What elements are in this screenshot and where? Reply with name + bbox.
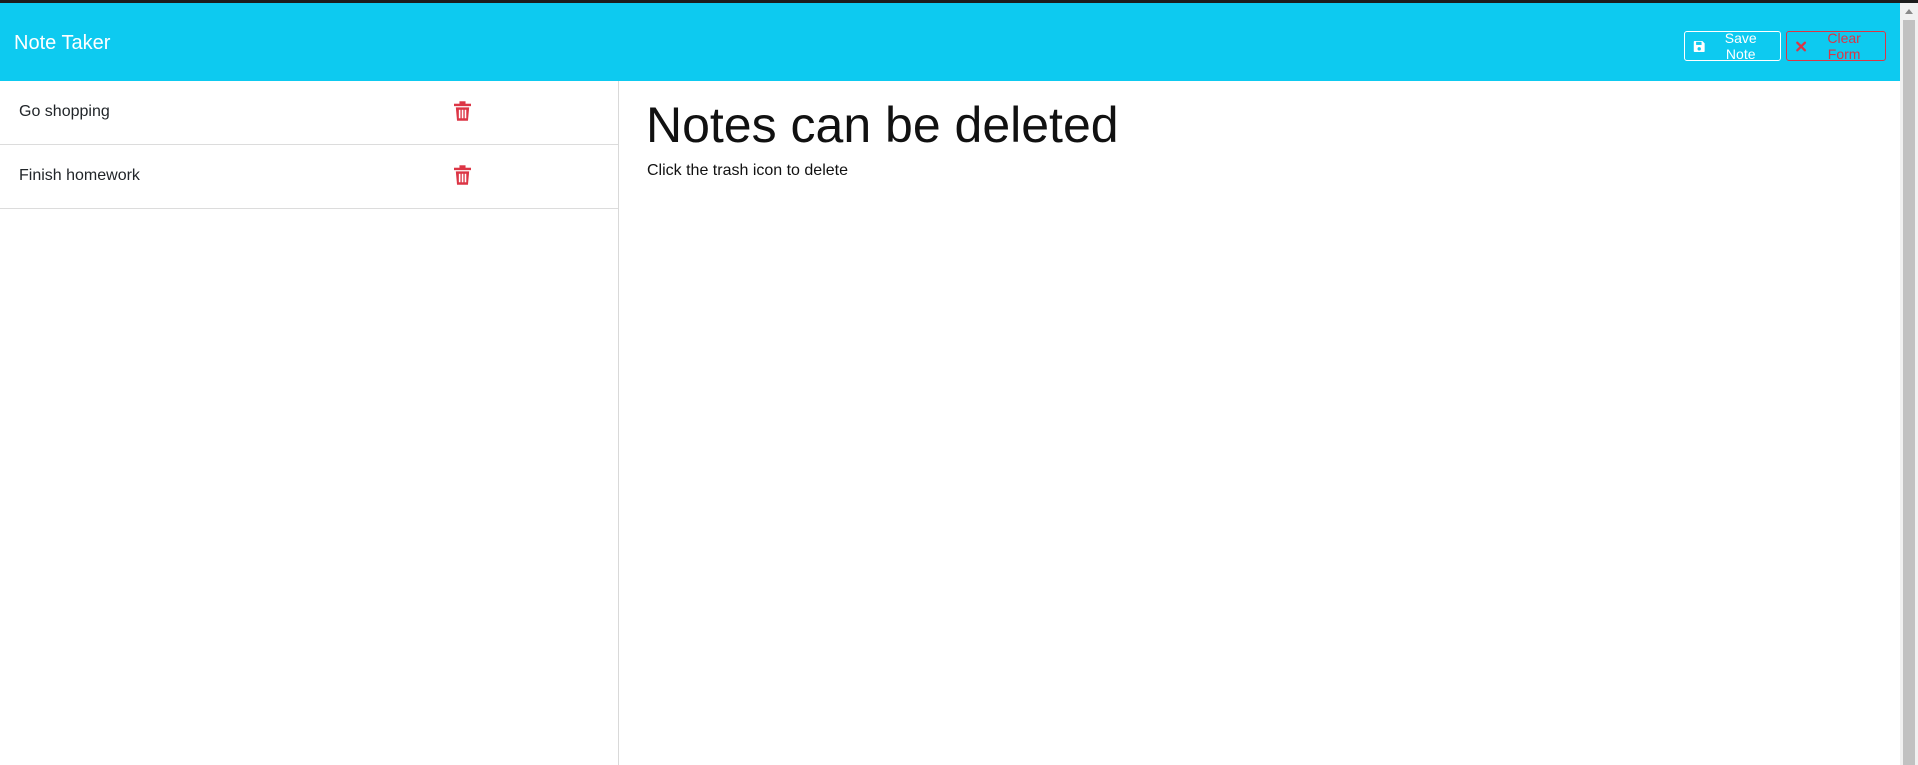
save-note-label: Save Note (1724, 30, 1757, 62)
note-title: Finish homework (19, 167, 140, 184)
note-list-item[interactable]: Go shopping (0, 81, 618, 145)
scrollbar-thumb[interactable] (1903, 20, 1915, 765)
chevron-up-icon (1905, 8, 1913, 14)
note-editor: Notes can be deleted Click the trash ico… (620, 81, 1900, 765)
note-text-input[interactable]: Click the trash icon to delete (647, 161, 848, 181)
clear-form-button[interactable]: Clear Form (1786, 30, 1886, 62)
note-title-input[interactable]: Notes can be deleted (646, 93, 1119, 157)
vertical-scrollbar[interactable] (1900, 3, 1918, 765)
trash-icon[interactable] (454, 165, 471, 185)
scroll-up-arrow-icon[interactable] (1900, 3, 1918, 19)
floppy-disk-icon (1693, 40, 1705, 52)
note-title: Go shopping (19, 103, 110, 120)
app-title[interactable]: Note Taker (14, 31, 110, 55)
x-icon (1796, 41, 1807, 51)
trash-icon[interactable] (454, 101, 471, 121)
navbar: Note Taker Save Note Clear Form (0, 3, 1900, 81)
note-list-item[interactable]: Finish homework (0, 145, 618, 209)
note-list: Go shopping Finish homework (0, 81, 619, 765)
save-note-button[interactable]: Save Note (1684, 30, 1781, 62)
clear-form-label: Clear Form (1827, 30, 1861, 62)
